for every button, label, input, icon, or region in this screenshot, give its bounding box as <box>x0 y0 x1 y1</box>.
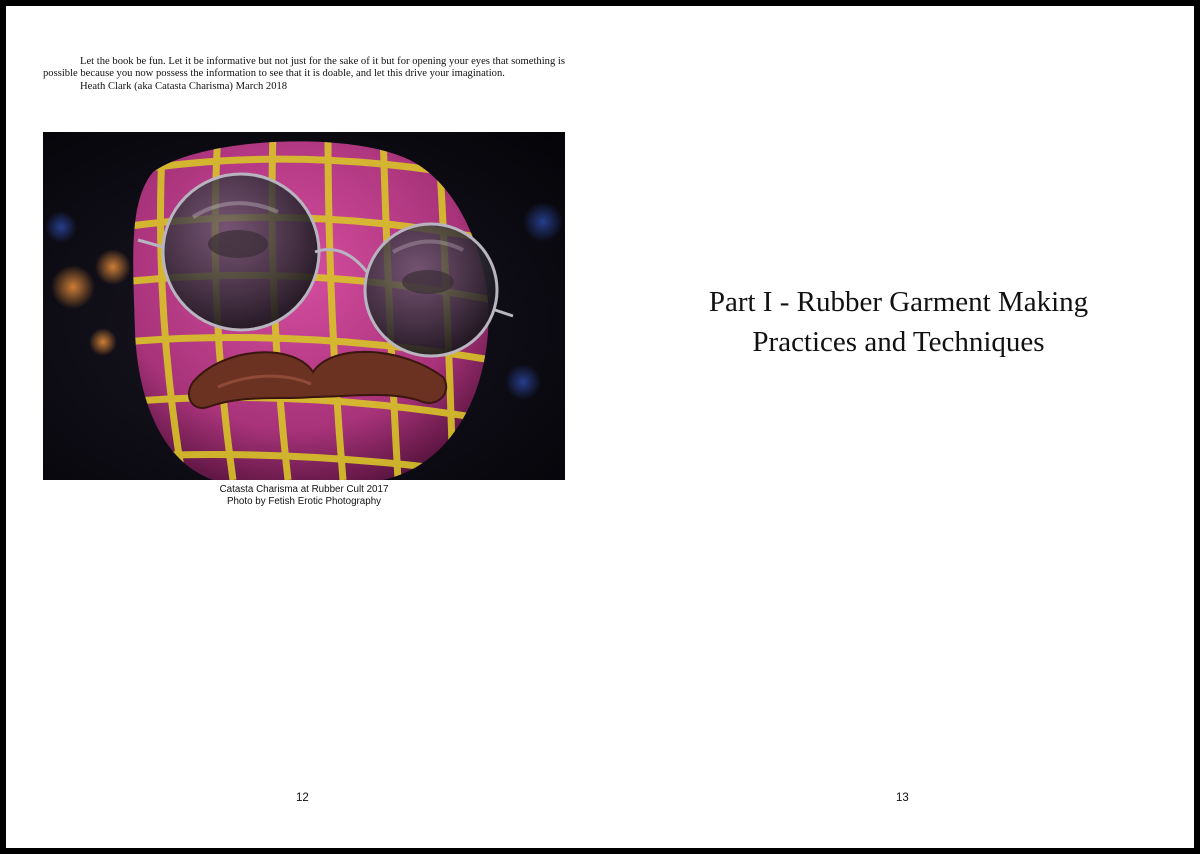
right-page: Part I - Rubber Garment Making Practices… <box>603 6 1194 848</box>
part-title-line-2: Practices and Techniques <box>752 326 1045 358</box>
page-number-right: 13 <box>896 792 909 804</box>
foreword-signature: Heath Clark (aka Catasta Charisma) March… <box>80 80 288 92</box>
part-title: Part I - Rubber Garment Making Practices… <box>603 282 1194 362</box>
left-page: Let the book be fun. Let it be informati… <box>6 6 603 848</box>
foreword-text: Let the book be fun. Let it be informati… <box>43 56 565 93</box>
photo-illustration <box>43 132 565 480</box>
page-number-left: 12 <box>296 792 309 804</box>
foreword-paragraph: Let the book be fun. Let it be informati… <box>43 56 565 80</box>
book-spread: Let the book be fun. Let it be informati… <box>0 0 1200 854</box>
caption-line-1: Catasta Charisma at Rubber Cult 2017 <box>219 484 389 495</box>
masked-face-photo <box>43 132 565 480</box>
photo-caption: Catasta Charisma at Rubber Cult 2017 Pho… <box>43 484 565 508</box>
caption-line-2: Photo by Fetish Erotic Photography <box>226 496 382 507</box>
part-title-line-1: Part I - Rubber Garment Making <box>708 286 1089 318</box>
